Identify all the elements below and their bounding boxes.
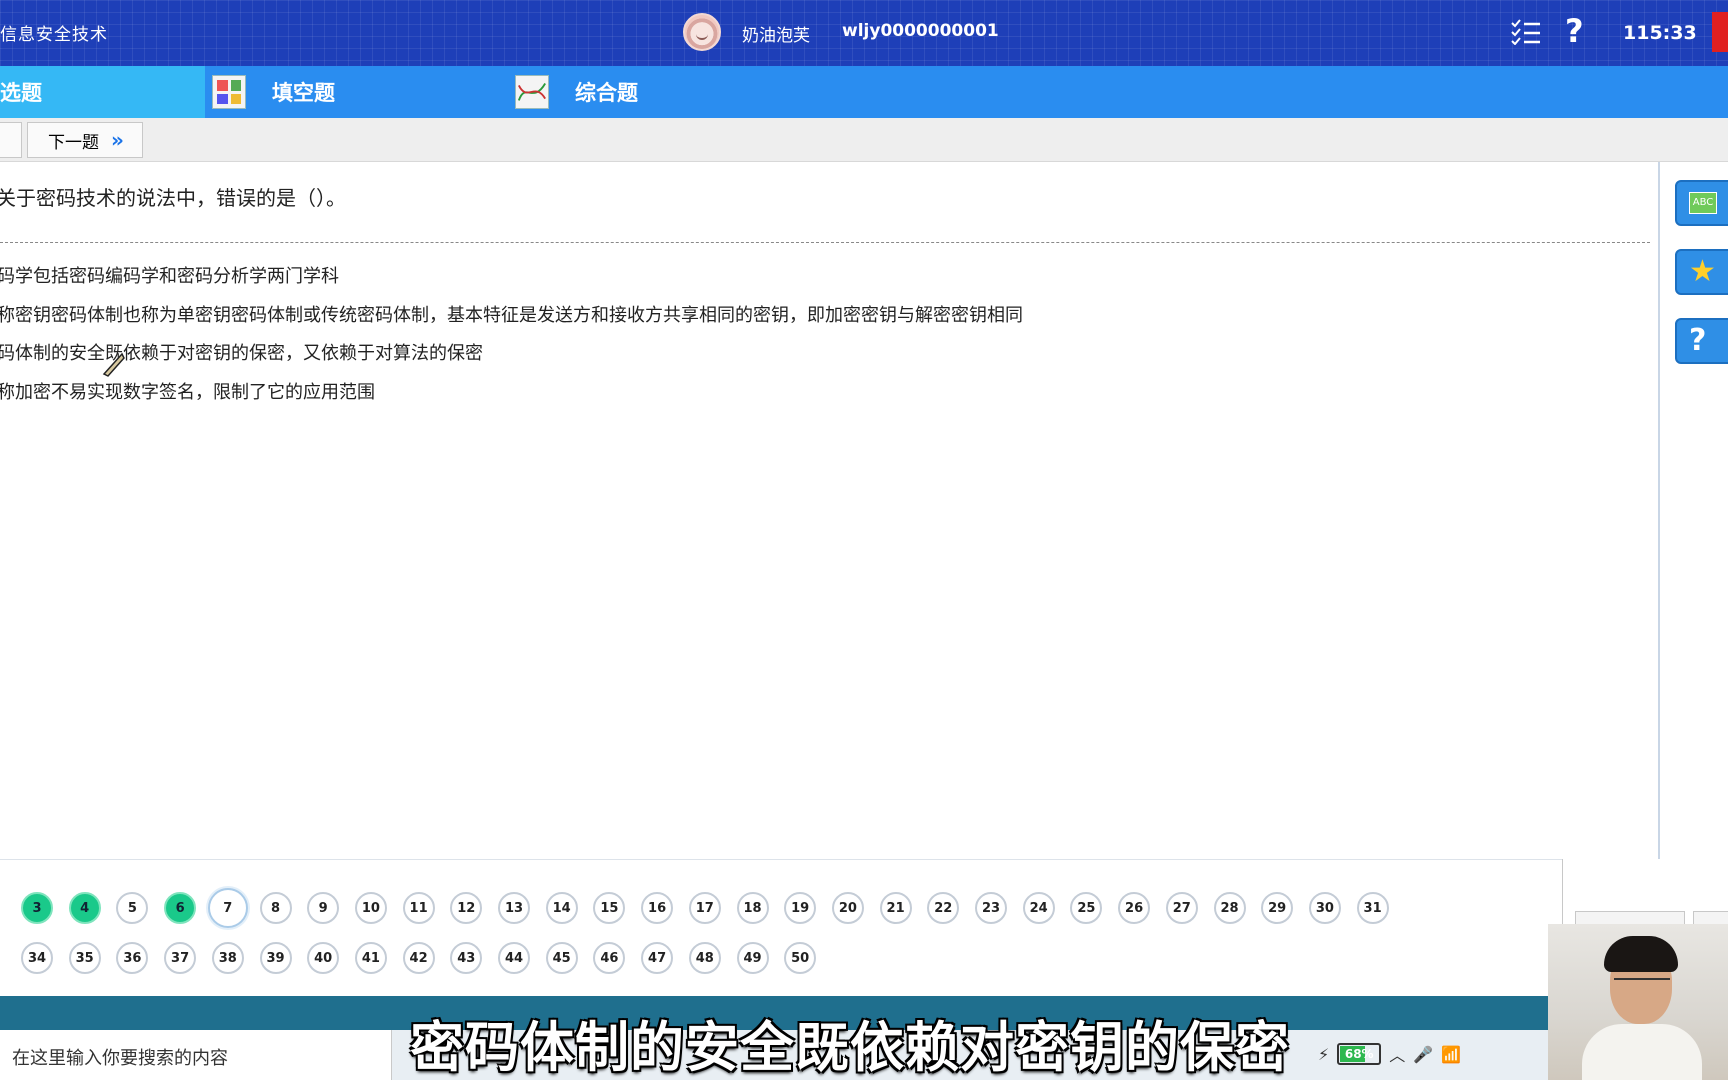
webcam-overlay: [1548, 924, 1728, 1080]
option-b[interactable]: 称密钥密码体制也称为单密钥密码体制或传统密码体制，基本特征是发送方和接收方共享相…: [0, 297, 1023, 336]
question-number-button[interactable]: 26: [1118, 892, 1151, 924]
option-a[interactable]: 码学包括密码编码学和密码分析学两门学科: [0, 258, 1023, 297]
user-id: wljy0000000001: [842, 21, 999, 41]
question-number-button[interactable]: 22: [927, 892, 960, 924]
close-button[interactable]: [1712, 12, 1728, 52]
question-number-button[interactable]: 30: [1308, 892, 1341, 924]
question-number-button[interactable]: 18: [736, 892, 769, 924]
subtitle-text: 密码体制的安全既依赖对密钥的保密: [410, 1016, 1290, 1079]
question-number-button[interactable]: 39: [259, 942, 292, 974]
question-number-button[interactable]: 23: [975, 892, 1007, 924]
question-number-button[interactable]: 13: [498, 892, 530, 924]
question-number-button[interactable]: 15: [593, 892, 626, 924]
question-number-button[interactable]: 16: [641, 892, 674, 924]
header-bar: 信息安全技术 奶油泡芙 wljy0000000001 ? 115:33: [0, 0, 1728, 66]
tab-choice[interactable]: 选题: [0, 66, 205, 118]
option-c[interactable]: 码体制的安全既依赖于对密钥的保密，又依赖于对算法的保密: [0, 335, 1023, 374]
bookmark-button[interactable]: ★: [1675, 249, 1728, 295]
question-number-button[interactable]: 35: [68, 942, 101, 974]
user-avatar: [683, 13, 721, 51]
previous-button[interactable]: [0, 122, 22, 158]
question-navigator: 3 4 5 6 7 8 9 10 11 12 13 14 15 16 17 18 19 20 21 22 23 24 25 2…: [0, 859, 1565, 996]
question-number-button[interactable]: 29: [1261, 892, 1294, 924]
tab-label: 填空题: [272, 81, 335, 105]
question-number-button[interactable]: 8: [259, 892, 292, 924]
tab-fill-blank[interactable]: 填空题: [212, 66, 472, 118]
question-number-button[interactable]: 44: [498, 942, 530, 974]
mouse-cursor-icon: [102, 352, 125, 377]
question-number-button[interactable]: 17: [688, 892, 721, 924]
abc-note-icon: ABC: [1689, 192, 1717, 214]
question-number-button[interactable]: 41: [354, 942, 387, 974]
presenter-glasses: [1614, 978, 1670, 992]
question-number-button[interactable]: 24: [1022, 892, 1055, 924]
question-panel: 关于密码技术的说法中，错误的是（）。 码学包括密码编码学和密码分析学两门学科 称…: [0, 162, 1660, 859]
exam-window: 信息安全技术 奶油泡芙 wljy0000000001 ? 115:33 选题 填…: [0, 0, 1728, 1080]
question-number-button[interactable]: 12: [450, 892, 483, 924]
presenter-hair: [1604, 936, 1678, 972]
question-number-button[interactable]: 27: [1165, 892, 1198, 924]
question-number-button[interactable]: 11: [402, 892, 435, 924]
chart-icon: [515, 75, 549, 109]
question-toolbar: 下一题 »: [0, 118, 1728, 162]
question-number-button[interactable]: 5: [116, 892, 149, 924]
question-number-button[interactable]: 21: [879, 892, 912, 924]
question-number-button[interactable]: 46: [593, 942, 626, 974]
question-number-button[interactable]: 6: [164, 892, 197, 924]
question-number-button[interactable]: 47: [641, 942, 674, 974]
star-icon: ★: [1689, 254, 1716, 289]
question-number-button[interactable]: 34: [21, 942, 53, 974]
video-subtitle: 密码体制的安全既依赖对密钥的保密: [0, 1003, 1728, 1080]
option-list: 码学包括密码编码学和密码分析学两门学科 称密钥密码体制也称为单密钥密码体制或传统…: [0, 258, 1023, 412]
tab-label: 选题: [0, 81, 42, 105]
question-number-button[interactable]: 42: [402, 942, 435, 974]
question-number-button[interactable]: 20: [831, 892, 864, 924]
question-number-button[interactable]: 25: [1070, 892, 1103, 924]
help-icon[interactable]: ?: [1565, 12, 1584, 50]
question-number-button[interactable]: 9: [307, 892, 340, 924]
question-help-button[interactable]: ?: [1675, 318, 1728, 364]
question-number-button[interactable]: 37: [164, 942, 197, 974]
question-number-button[interactable]: 14: [545, 892, 578, 924]
tab-label: 综合题: [575, 81, 638, 105]
option-d[interactable]: 称加密不易实现数字签名，限制了它的应用范围: [0, 374, 1023, 413]
question-divider: [0, 242, 1650, 243]
list-check-icon[interactable]: [1511, 19, 1541, 45]
question-number-button[interactable]: 3: [21, 892, 53, 924]
next-question-label: 下一题: [48, 132, 99, 153]
next-question-button[interactable]: 下一题 »: [27, 122, 143, 158]
question-number-button[interactable]: 49: [736, 942, 769, 974]
note-button[interactable]: ABC: [1675, 180, 1728, 226]
question-number-button[interactable]: 31: [1356, 892, 1389, 924]
question-number-button[interactable]: 40: [307, 942, 340, 974]
presenter-body: [1582, 1024, 1702, 1080]
question-number-button[interactable]: 48: [688, 942, 721, 974]
question-number-button[interactable]: 43: [450, 942, 483, 974]
question-number-button[interactable]: 36: [116, 942, 149, 974]
question-number-button[interactable]: 4: [68, 892, 101, 924]
question-icon: ?: [1689, 323, 1707, 358]
question-text: 关于密码技术的说法中，错误的是（）。: [0, 186, 346, 210]
question-number-button[interactable]: 50: [784, 942, 817, 974]
username: 奶油泡芙: [742, 26, 810, 46]
question-number-button[interactable]: 45: [545, 942, 578, 974]
grid-icon: [212, 75, 246, 109]
question-number-button[interactable]: 28: [1213, 892, 1246, 924]
double-chevron-right-icon: »: [111, 128, 124, 152]
countdown-timer: 115:33: [1623, 22, 1697, 44]
app-title: 信息安全技术: [0, 25, 108, 45]
question-number-button[interactable]: 7: [207, 888, 248, 928]
tab-comprehensive[interactable]: 综合题: [515, 66, 775, 118]
question-number-button[interactable]: 19: [784, 892, 817, 924]
question-number-button[interactable]: 38: [211, 942, 244, 974]
question-type-tabs: 选题 填空题 综合题: [0, 66, 1728, 118]
question-number-button[interactable]: 10: [354, 892, 387, 924]
